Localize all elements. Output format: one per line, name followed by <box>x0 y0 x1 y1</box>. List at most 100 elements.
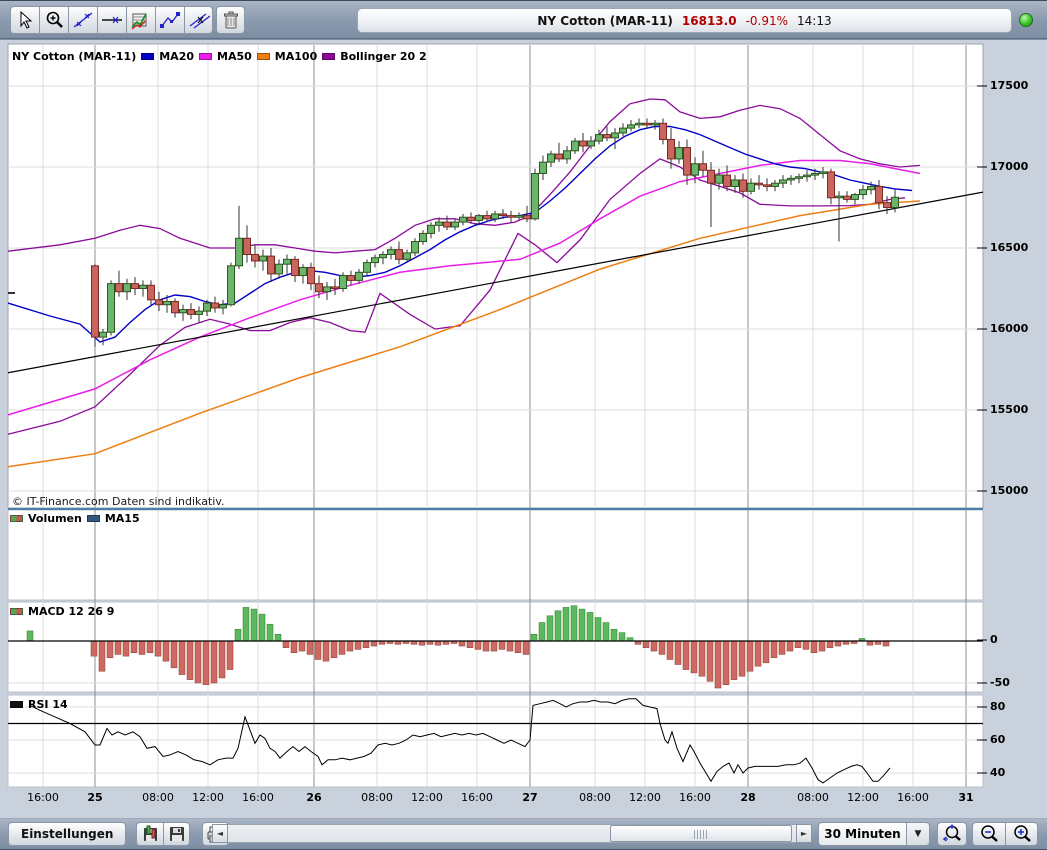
delete-tool-button[interactable] <box>216 6 245 34</box>
quote-time: 14:13 <box>797 14 832 28</box>
macd-axis-label: 0 <box>990 633 998 646</box>
legend-item-label: MA50 <box>217 50 252 63</box>
time-axis-label: 16:00 <box>242 791 274 804</box>
zoom-out-button[interactable] <box>972 822 1005 846</box>
macd-label: MACD 12 26 9 <box>28 605 114 618</box>
time-axis-label: 08:00 <box>579 791 611 804</box>
price-axis-label: 17000 <box>990 160 1028 173</box>
save-group <box>136 822 190 846</box>
rsi-legend: RSI 14 <box>10 698 68 711</box>
legend-item-label: Bollinger 20 2 <box>340 50 426 63</box>
time-axis-label: 25 <box>87 791 102 804</box>
drawing-tools-group <box>10 6 213 34</box>
time-axis-label: 26 <box>306 791 321 804</box>
price-axis-label: 16500 <box>990 241 1028 254</box>
parallel-lines-icon <box>188 10 210 30</box>
scrollbar-track[interactable] <box>228 824 796 843</box>
magnifier-plus-icon <box>44 10 64 30</box>
rsi-axis-label: 40 <box>990 766 1005 779</box>
zigzag-tool-button[interactable] <box>155 6 184 34</box>
ma15-swatch-icon <box>87 515 100 522</box>
time-scrollbar: ◄ ► <box>212 824 812 843</box>
time-axis-label: 12:00 <box>847 791 879 804</box>
bollinger-20-2-swatch-icon <box>322 53 335 60</box>
chart-area[interactable]: NY Cotton (MAR-11) MA20 MA50 MA100 Bollinge… <box>0 40 1047 818</box>
horizontal-line-tool-button[interactable] <box>97 6 126 34</box>
trendline-tool-button[interactable] <box>68 6 97 34</box>
chart-analysis-icon <box>130 9 152 31</box>
change-percent: -0.91% <box>746 14 788 28</box>
connection-status-icon <box>1019 13 1033 27</box>
save-chart-icon <box>141 825 159 843</box>
trash-icon <box>222 10 240 30</box>
horizontal-line-icon <box>101 10 123 30</box>
rsi-axis-label: 80 <box>990 700 1005 713</box>
main-chart-legend: NY Cotton (MAR-11) MA20 MA50 MA100 Bollinge… <box>12 50 427 63</box>
price-axis-label: 15500 <box>990 403 1028 416</box>
volume-legend: Volumen MA15 <box>10 512 140 525</box>
rsi-swatch-icon <box>10 701 23 708</box>
time-axis-label: 16:00 <box>27 791 59 804</box>
time-axis-label: 08:00 <box>361 791 393 804</box>
time-axis-label: 16:00 <box>461 791 493 804</box>
time-axis-label: 28 <box>740 791 755 804</box>
zoom-fit-button[interactable] <box>937 822 967 846</box>
time-axis-label: 08:00 <box>797 791 829 804</box>
time-axis-label: 12:00 <box>629 791 661 804</box>
settings-button[interactable]: Einstellungen <box>8 822 126 846</box>
top-toolbar: NY Cotton (MAR-11) 16813.0 -0.91% 14:13 <box>0 0 1047 39</box>
time-axis-label: 27 <box>522 791 537 804</box>
zoom-in-icon <box>1011 823 1033 845</box>
trading-app-window: NY Cotton (MAR-11) 16813.0 -0.91% 14:13 … <box>0 0 1047 850</box>
rsi-axis-label: 60 <box>990 733 1005 746</box>
chart-canvas[interactable] <box>0 40 1047 818</box>
ma50-swatch-icon <box>199 53 212 60</box>
instrument-name: NY Cotton (MAR-11) <box>537 14 673 28</box>
legend-instrument-label: NY Cotton (MAR-11) <box>12 50 136 63</box>
ma15-label: MA15 <box>105 512 140 525</box>
scrollbar-thumb[interactable] <box>610 825 792 842</box>
timeframe-dropdown[interactable]: 30 Minuten ▼ <box>818 822 930 846</box>
scrollbar-grip-icon <box>694 830 708 839</box>
save-icon <box>168 825 186 843</box>
time-axis-label: 16:00 <box>679 791 711 804</box>
price-axis-label: 15000 <box>990 484 1028 497</box>
pointer-icon <box>17 11 33 29</box>
timeframe-value: 30 Minuten <box>818 822 906 846</box>
zoom-tool-button[interactable] <box>39 6 68 34</box>
time-axis-label: 16:00 <box>897 791 929 804</box>
settings-button-label: Einstellungen <box>21 827 113 841</box>
trendline-icon <box>72 10 94 30</box>
price-axis-label: 16000 <box>990 322 1028 335</box>
analysis-tool-button[interactable] <box>126 6 155 34</box>
time-axis-label: 31 <box>958 791 973 804</box>
last-price: 16813.0 <box>682 14 737 28</box>
rsi-label: RSI 14 <box>28 698 68 711</box>
time-axis-label: 12:00 <box>411 791 443 804</box>
time-axis-label: 08:00 <box>142 791 174 804</box>
ma100-swatch-icon <box>257 53 270 60</box>
zigzag-icon <box>159 10 181 30</box>
zoom-fit-icon <box>941 823 963 845</box>
save-button[interactable] <box>163 822 190 846</box>
macd-legend: MACD 12 26 9 <box>10 605 114 618</box>
scroll-right-button[interactable]: ► <box>796 824 812 843</box>
save-chart-button[interactable] <box>136 822 163 846</box>
price-axis-label: 17500 <box>990 79 1028 92</box>
macd-axis-label: -50 <box>990 676 1010 689</box>
time-axis-label: 12:00 <box>192 791 224 804</box>
chevron-down-icon: ▼ <box>906 822 930 846</box>
macd-swatch-icon <box>10 608 23 615</box>
legend-item-label: MA20 <box>159 50 194 63</box>
zoom-in-button[interactable] <box>1005 822 1038 846</box>
zoom-out-icon <box>978 823 1000 845</box>
volume-swatch-icon <box>10 515 23 522</box>
copyright-note: © IT-Finance.com Daten sind indikativ. <box>12 495 225 508</box>
scroll-left-button[interactable]: ◄ <box>212 824 228 843</box>
legend-item-label: MA100 <box>275 50 317 63</box>
parallel-lines-tool-button[interactable] <box>184 6 213 34</box>
instrument-title-bar[interactable]: NY Cotton (MAR-11) 16813.0 -0.91% 14:13 <box>357 8 1012 33</box>
pointer-tool-button[interactable] <box>10 6 39 34</box>
ma20-swatch-icon <box>141 53 154 60</box>
zoom-buttons-group <box>972 822 1038 846</box>
